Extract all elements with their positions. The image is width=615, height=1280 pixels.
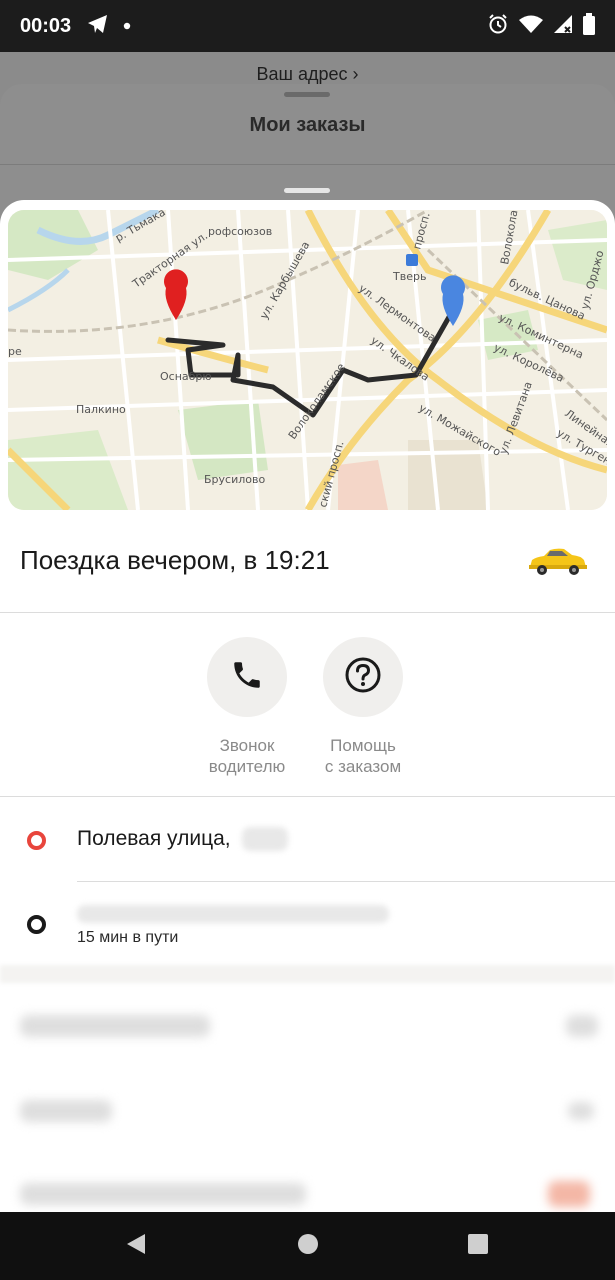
redacted-house-number [242,827,289,852]
call-driver-label-line2: водителю [208,757,286,776]
order-details-sheet: р. Тьмака Тракторная ул. рофсоюзов ул. К… [0,200,615,1212]
home-button[interactable] [268,1212,348,1280]
origin-point-icon [27,831,46,850]
notification-dot-icon [123,17,131,35]
trip-title: Поездка вечером, в 19:21 [20,545,330,575]
system-navigation-bar [0,1212,615,1280]
recents-button[interactable] [438,1212,518,1280]
redacted-destination-address[interactable] [77,905,389,923]
order-help-label-line1: Помощь [330,736,396,755]
map-label: Палкино [76,403,126,416]
blurred-row [0,995,615,1055]
blurred-row [0,1080,615,1140]
call-driver-label-line1: Звонок [219,736,275,755]
telegram-icon [87,14,109,39]
call-driver-button[interactable]: Звонок водителю [187,637,307,777]
tver-station-icon [406,254,418,266]
wifi-icon [519,14,543,39]
help-icon [344,656,382,699]
home-icon [296,1232,320,1261]
blurred-row [0,1165,615,1212]
order-help-button[interactable]: Помощь с заказом [303,637,423,777]
map-label: Тверь [392,270,426,283]
drag-handle[interactable] [284,188,330,193]
cellular-no-data-icon [553,14,573,39]
route-map[interactable]: р. Тьмака Тракторная ул. рофсоюзов ул. К… [8,210,607,510]
status-bar: 00:03 [0,0,615,52]
order-help-label-line2: с заказом [324,757,402,776]
map-label: ре [8,345,22,358]
battery-icon [583,12,595,40]
origin-address[interactable]: Полевая улица, [77,827,289,852]
sheet-handle [284,92,330,97]
destination-point-icon [27,915,46,934]
status-time: 00:03 [20,14,72,37]
map-label: Брусилово [204,473,265,486]
your-address-link: Ваш адрес › [256,64,359,84]
map-label: Оснабрю [160,370,212,383]
trip-duration: 15 мин в пути [77,929,179,946]
recents-icon [467,1233,489,1260]
taxi-car-icon [526,547,588,582]
phone-icon [230,658,264,697]
alarm-icon [487,13,509,40]
back-button[interactable] [96,1212,176,1280]
back-icon [125,1232,147,1261]
my-orders-title: Мои заказы [249,114,366,136]
map-label: рофсоюзов [208,225,272,238]
origin-address-text: Полевая улица, [77,827,231,850]
